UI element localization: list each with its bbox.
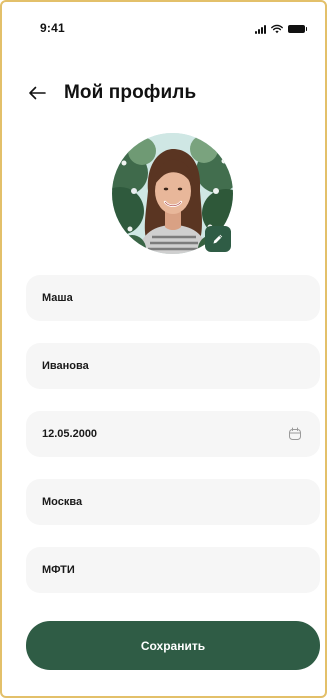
- page-title: Мой профиль: [64, 82, 197, 103]
- calendar-icon: [289, 427, 301, 440]
- status-time: 9:41: [40, 21, 65, 35]
- last-name-input[interactable]: [42, 343, 272, 389]
- status-icons: [255, 22, 307, 34]
- birth-date-field[interactable]: [26, 411, 320, 457]
- save-button[interactable]: Сохранить: [26, 621, 320, 670]
- wifi-icon: [271, 24, 283, 34]
- header: Мой профиль: [2, 76, 325, 112]
- battery-icon: [288, 25, 307, 33]
- phone-screen: 9:41 Мой профиль Маша Иванова 12.05.2000…: [0, 0, 327, 698]
- university-field[interactable]: [26, 547, 320, 593]
- city-field[interactable]: [26, 479, 320, 525]
- status-bar: 9:41: [2, 2, 325, 42]
- edit-avatar-button[interactable]: [205, 226, 231, 252]
- pencil-icon: [213, 234, 223, 244]
- first-name-input[interactable]: [42, 275, 272, 321]
- birth-date-input[interactable]: [42, 411, 272, 457]
- arrow-left-icon: [29, 86, 46, 100]
- signal-icon: [255, 24, 266, 34]
- last-name-field[interactable]: [26, 343, 320, 389]
- avatar-container: [112, 133, 233, 254]
- first-name-field[interactable]: [26, 275, 320, 321]
- city-input[interactable]: [42, 479, 272, 525]
- university-input[interactable]: [42, 547, 272, 593]
- back-button[interactable]: [26, 82, 48, 104]
- calendar-button[interactable]: [286, 425, 304, 443]
